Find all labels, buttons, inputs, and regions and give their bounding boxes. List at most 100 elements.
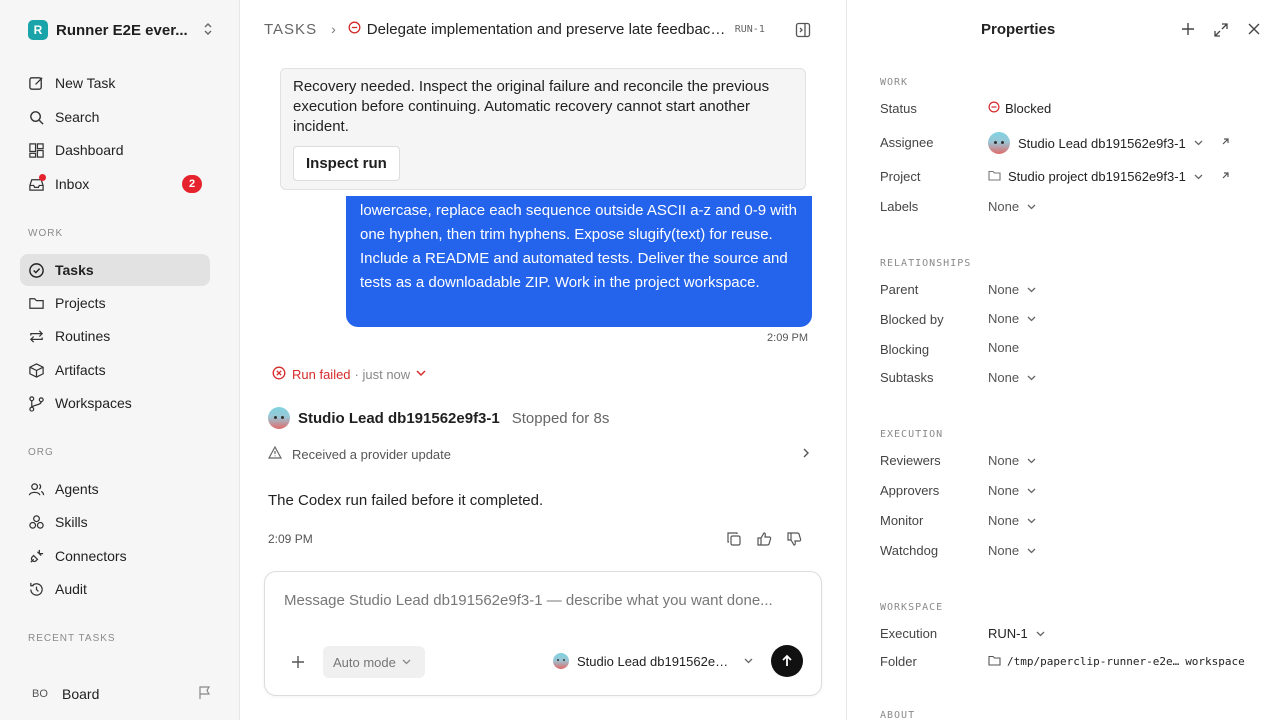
inbox-count-badge: 2 [182,175,202,193]
workspace-switcher[interactable]: R Runner E2E ever... [28,20,214,40]
reviewers-select[interactable]: None [988,453,1036,468]
message-composer[interactable]: Message Studio Lead db191562e9f3-1 — des… [264,571,822,696]
sidebar-item-label: Projects [55,295,106,311]
run-status[interactable]: Run failed · just now [272,366,426,383]
x-circle-icon [272,366,286,383]
plus-icon[interactable] [1181,22,1195,43]
add-attachment-button[interactable] [291,652,305,675]
user-message: lowercase, replace each sequence outside… [346,196,812,327]
reply-timestamp: 2:09 PM [268,532,313,546]
section-heading-org: ORG [28,447,54,458]
warning-icon [267,445,283,462]
branch-icon [29,395,44,412]
flag-icon[interactable] [198,685,212,703]
execution-select[interactable]: RUN-1 [988,626,1045,641]
folder-value-row[interactable]: /tmp/paperclip-runner-e2e… workspace [988,654,1245,669]
status-select[interactable]: Blocked [988,101,1051,116]
subtasks-label: Subtasks [880,370,934,385]
chevron-down-icon [744,656,753,666]
agent-select[interactable]: Studio Lead db191562e9f... [553,653,753,669]
folder-icon [988,654,1001,669]
external-link-icon[interactable] [1221,137,1230,149]
run-id: RUN-1 [734,23,765,35]
sidebar-item-workspaces[interactable]: Workspaces [20,387,210,419]
sidebar-item-audit[interactable]: Audit [20,573,210,605]
message-input[interactable]: Message Studio Lead db191562e9f3-1 — des… [284,592,773,609]
folder-label: Folder [880,654,917,669]
copy-icon[interactable] [726,531,742,552]
chevron-down-icon [1194,172,1203,182]
panel-toggle-icon[interactable] [795,22,811,43]
folder-icon [29,297,44,309]
app-window: R Runner E2E ever... New Task Search Das… [0,0,1280,720]
blocking-value-row: None [988,340,1019,355]
chevron-down-icon [1027,516,1036,526]
sidebar-item-routines[interactable]: Routines [20,320,210,352]
labels-select[interactable]: None [988,199,1036,214]
project-select[interactable]: Studio project db191562e9f3-1 [988,169,1230,184]
reviewers-label: Reviewers [880,453,941,468]
sidebar-item-dashboard[interactable]: Dashboard [20,134,210,166]
expand-icon[interactable] [1213,22,1229,43]
blocking-value: None [988,340,1020,355]
provider-update-row[interactable]: Received a provider update [267,445,810,462]
agent-name: Studio Lead db191562e9f3-1 [298,409,500,427]
watchdog-label: Watchdog [880,543,939,558]
sidebar-item-label: Dashboard [55,142,124,158]
section-heading-relationships: RELATIONSHIPS [880,258,972,269]
sidebar-item-tasks[interactable]: Tasks [20,254,210,286]
watchdog-select[interactable]: None [988,543,1036,558]
chevron-down-icon [416,369,426,380]
thumbs-up-icon[interactable] [756,531,772,552]
sidebar-item-connectors[interactable]: Connectors [20,540,210,572]
sidebar-item-inbox[interactable]: Inbox 2 [20,168,210,200]
sidebar-item-projects[interactable]: Projects [20,287,210,319]
repeat-icon [29,329,44,343]
sidebar-item-label: Tasks [55,262,94,278]
approvers-select[interactable]: None [988,483,1036,498]
section-heading-work: WORK [880,77,909,88]
blocked-by-select[interactable]: None [988,311,1036,326]
sidebar-item-search[interactable]: Search [20,101,210,133]
users-icon [28,482,45,495]
chevron-right-icon: › [331,21,336,37]
section-heading-work: WORK [28,228,64,239]
sidebar-item-label: Inbox [55,176,90,192]
agent-avatar [553,653,569,669]
send-button[interactable] [771,645,803,677]
breadcrumb-root[interactable]: TASKS [264,21,317,38]
mode-select[interactable]: Auto mode [323,646,425,678]
subtasks-select[interactable]: None [988,370,1036,385]
properties-title: Properties [981,21,1056,38]
board-user[interactable]: BO Board [28,682,212,706]
sidebar-item-label: Skills [55,514,88,530]
sidebar-item-artifacts[interactable]: Artifacts [20,354,210,386]
blocked-status-icon [348,21,361,38]
close-icon[interactable] [1247,22,1261,43]
run-status-label: Run failed [292,367,351,382]
sidebar-item-label: Audit [55,581,87,597]
thumbs-down-icon[interactable] [786,531,802,552]
arrow-up-icon [782,654,792,666]
plug-icon [30,549,44,563]
external-link-icon[interactable] [1221,171,1230,183]
sidebar-item-skills[interactable]: Skills [20,506,210,538]
assignee-select[interactable]: Studio Lead db191562e9f3-1 [988,132,1230,154]
inspect-run-button[interactable]: Inspect run [293,146,400,181]
pencil-square-icon [29,76,43,90]
section-heading-execution: EXECUTION [880,429,944,440]
monitor-value: None [988,513,1020,528]
box-icon [29,362,44,378]
sidebar-item-new-task[interactable]: New Task [20,67,210,99]
chevron-down-icon [1027,456,1036,466]
watchdog-value: None [988,543,1020,558]
parent-select[interactable]: None [988,282,1036,297]
agent-header: Studio Lead db191562e9f3-1 Stopped for 8… [268,407,609,429]
labels-value: None [988,199,1020,214]
sidebar-item-agents[interactable]: Agents [20,473,210,505]
assignee-label: Assignee [880,135,934,150]
monitor-select[interactable]: None [988,513,1036,528]
search-icon [30,110,44,125]
provider-update-text: Received a provider update [292,446,451,462]
task-detail: TASKS › Delegate implementation and pres… [240,0,846,720]
